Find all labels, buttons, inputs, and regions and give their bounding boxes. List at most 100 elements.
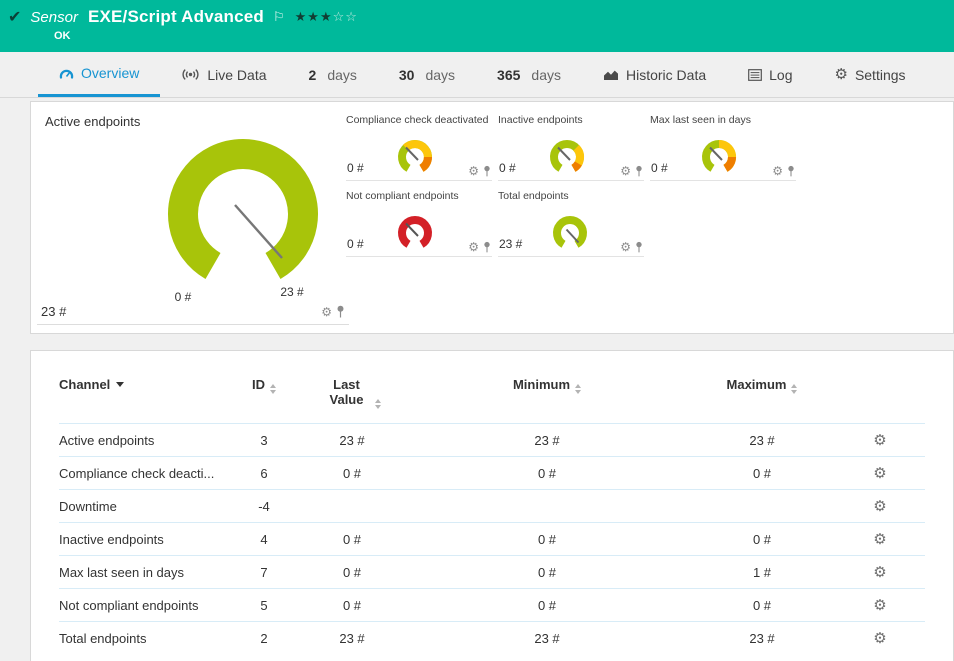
tab-30-days[interactable]: 30 days: [378, 52, 476, 97]
column-header-minimum[interactable]: Minimum: [405, 373, 689, 424]
gauge-settings-gear-icon[interactable]: ⚙: [772, 165, 783, 177]
tab-days-unit: days: [425, 67, 455, 83]
column-label: Minimum: [513, 377, 570, 392]
channel-name: Compliance check deacti...: [59, 457, 229, 490]
gauge-settings-gear-icon[interactable]: ⚙: [620, 165, 631, 177]
gauge-current-value: 0 #: [347, 237, 364, 254]
gauge-title: Active endpoints: [45, 114, 345, 129]
pin-icon[interactable]: [635, 165, 643, 177]
channel-last-value: [299, 490, 405, 523]
stars-empty[interactable]: ☆☆: [333, 9, 358, 24]
tab-days-number: 30: [399, 67, 415, 83]
channel-maximum: 0 #: [689, 523, 835, 556]
flag-icon[interactable]: ⚐: [273, 9, 285, 25]
gauge-settings-gear-icon[interactable]: ⚙: [468, 165, 479, 177]
tab-365-days[interactable]: 365 days: [476, 52, 582, 97]
settings-gear-icon: ⚙: [834, 67, 847, 82]
gauge-title: Not compliant endpoints: [346, 190, 492, 205]
sort-toggle-icon: [791, 384, 797, 394]
channel-minimum: 0 #: [405, 556, 689, 589]
sensor-header: ✔ Sensor EXE/Script Advanced ⚐ ★★★☆☆ OK: [0, 0, 954, 52]
tab-settings[interactable]: ⚙ Settings: [813, 52, 926, 97]
channel-maximum: 0 #: [689, 589, 835, 622]
tab-label: Historic Data: [626, 67, 706, 83]
pin-icon[interactable]: [483, 165, 491, 177]
compliance-gauge: [393, 138, 439, 178]
channel-id: 7: [229, 556, 299, 589]
column-label: Channel: [59, 377, 110, 392]
pin-icon[interactable]: [787, 165, 795, 177]
channel-last-value: 0 #: [299, 556, 405, 589]
channel-id: 4: [229, 523, 299, 556]
column-header-last-value[interactable]: Last Value: [299, 373, 405, 424]
gauge-scale-min: 0 #: [166, 290, 200, 304]
channel-minimum: 23 #: [405, 424, 689, 457]
channel-settings-icon[interactable]: ⚙: [873, 465, 886, 482]
tab-log[interactable]: Log: [727, 52, 813, 97]
channel-id: 2: [229, 622, 299, 655]
channel-maximum: 23 #: [689, 622, 835, 655]
object-kind-label: Sensor: [30, 9, 78, 26]
channel-settings-icon[interactable]: ⚙: [873, 498, 886, 515]
gauge-tile-active-endpoints: Active endpoints 0 # 23 # 23 # ⚙: [45, 114, 345, 333]
column-label: Last Value: [324, 377, 370, 407]
channel-maximum: [689, 490, 835, 523]
pin-icon[interactable]: [336, 305, 345, 318]
priority-stars[interactable]: ★★★☆☆: [295, 9, 358, 25]
channel-settings-icon[interactable]: ⚙: [873, 531, 886, 548]
gauge-tile-max-last-seen: Max last seen in days 0 # ⚙: [650, 114, 796, 181]
column-header-channel[interactable]: Channel: [59, 373, 229, 424]
channel-name: Total endpoints: [59, 622, 229, 655]
channel-settings-icon[interactable]: ⚙: [873, 597, 886, 614]
gauge-current-value: 23 #: [499, 237, 522, 254]
channel-minimum: [405, 490, 689, 523]
channel-maximum: 0 #: [689, 457, 835, 490]
tab-2-days[interactable]: 2days: [288, 52, 378, 97]
tab-label: Settings: [855, 67, 906, 83]
channel-settings-icon[interactable]: ⚙: [873, 564, 886, 581]
gauges-panel: Active endpoints 0 # 23 # 23 # ⚙ Complia…: [30, 101, 954, 334]
channel-settings-icon[interactable]: ⚙: [873, 630, 886, 647]
tab-days-unit: days: [531, 67, 561, 83]
gauge-title: Max last seen in days: [650, 114, 796, 129]
pin-icon[interactable]: [483, 241, 491, 253]
gauge-current-value: 0 #: [499, 161, 516, 178]
channel-name: Active endpoints: [59, 424, 229, 457]
total-endpoints-gauge: [548, 214, 594, 254]
tab-historic-data[interactable]: Historic Data: [582, 52, 727, 97]
table-row: Total endpoints 2 23 # 23 # 23 # ⚙: [59, 622, 925, 655]
gauge-title: Compliance check deactivated: [346, 114, 492, 129]
channel-id: 5: [229, 589, 299, 622]
column-header-id[interactable]: ID: [229, 373, 299, 424]
channel-name: Not compliant endpoints: [59, 589, 229, 622]
table-row: Active endpoints 3 23 # 23 # 23 # ⚙: [59, 424, 925, 457]
pin-icon[interactable]: [635, 241, 643, 253]
tab-days-number: 2: [309, 67, 317, 83]
gauge-settings-gear-icon[interactable]: ⚙: [620, 241, 631, 253]
channel-name: Max last seen in days: [59, 556, 229, 589]
overview-gauge-icon: [59, 67, 74, 79]
column-header-maximum[interactable]: Maximum: [689, 373, 835, 424]
channel-minimum: 0 #: [405, 589, 689, 622]
gauge-title: Total endpoints: [498, 190, 644, 205]
gauge-scale-max: 23 #: [275, 285, 309, 299]
column-header-actions: [835, 373, 925, 424]
channel-minimum: 0 #: [405, 457, 689, 490]
not-compliant-gauge: [393, 214, 439, 254]
tab-days-number: 365: [497, 67, 520, 83]
gauge-settings-gear-icon[interactable]: ⚙: [468, 241, 479, 253]
inactive-endpoints-gauge: [545, 138, 591, 178]
tab-overview[interactable]: Overview: [38, 52, 160, 97]
gauge-current-value: 0 #: [651, 161, 668, 178]
channel-name: Downtime: [59, 490, 229, 523]
channel-name: Inactive endpoints: [59, 523, 229, 556]
column-label: Maximum: [727, 377, 787, 392]
gauge-settings-gear-icon[interactable]: ⚙: [321, 306, 332, 318]
tab-label: Live Data: [207, 67, 266, 83]
channel-last-value: 0 #: [299, 457, 405, 490]
channel-settings-icon[interactable]: ⚙: [873, 432, 886, 449]
log-list-icon: [748, 69, 762, 81]
stars-filled[interactable]: ★★★: [295, 9, 333, 24]
tab-live-data[interactable]: Live Data: [160, 52, 287, 97]
gauge-current-value: 23 #: [41, 304, 66, 319]
